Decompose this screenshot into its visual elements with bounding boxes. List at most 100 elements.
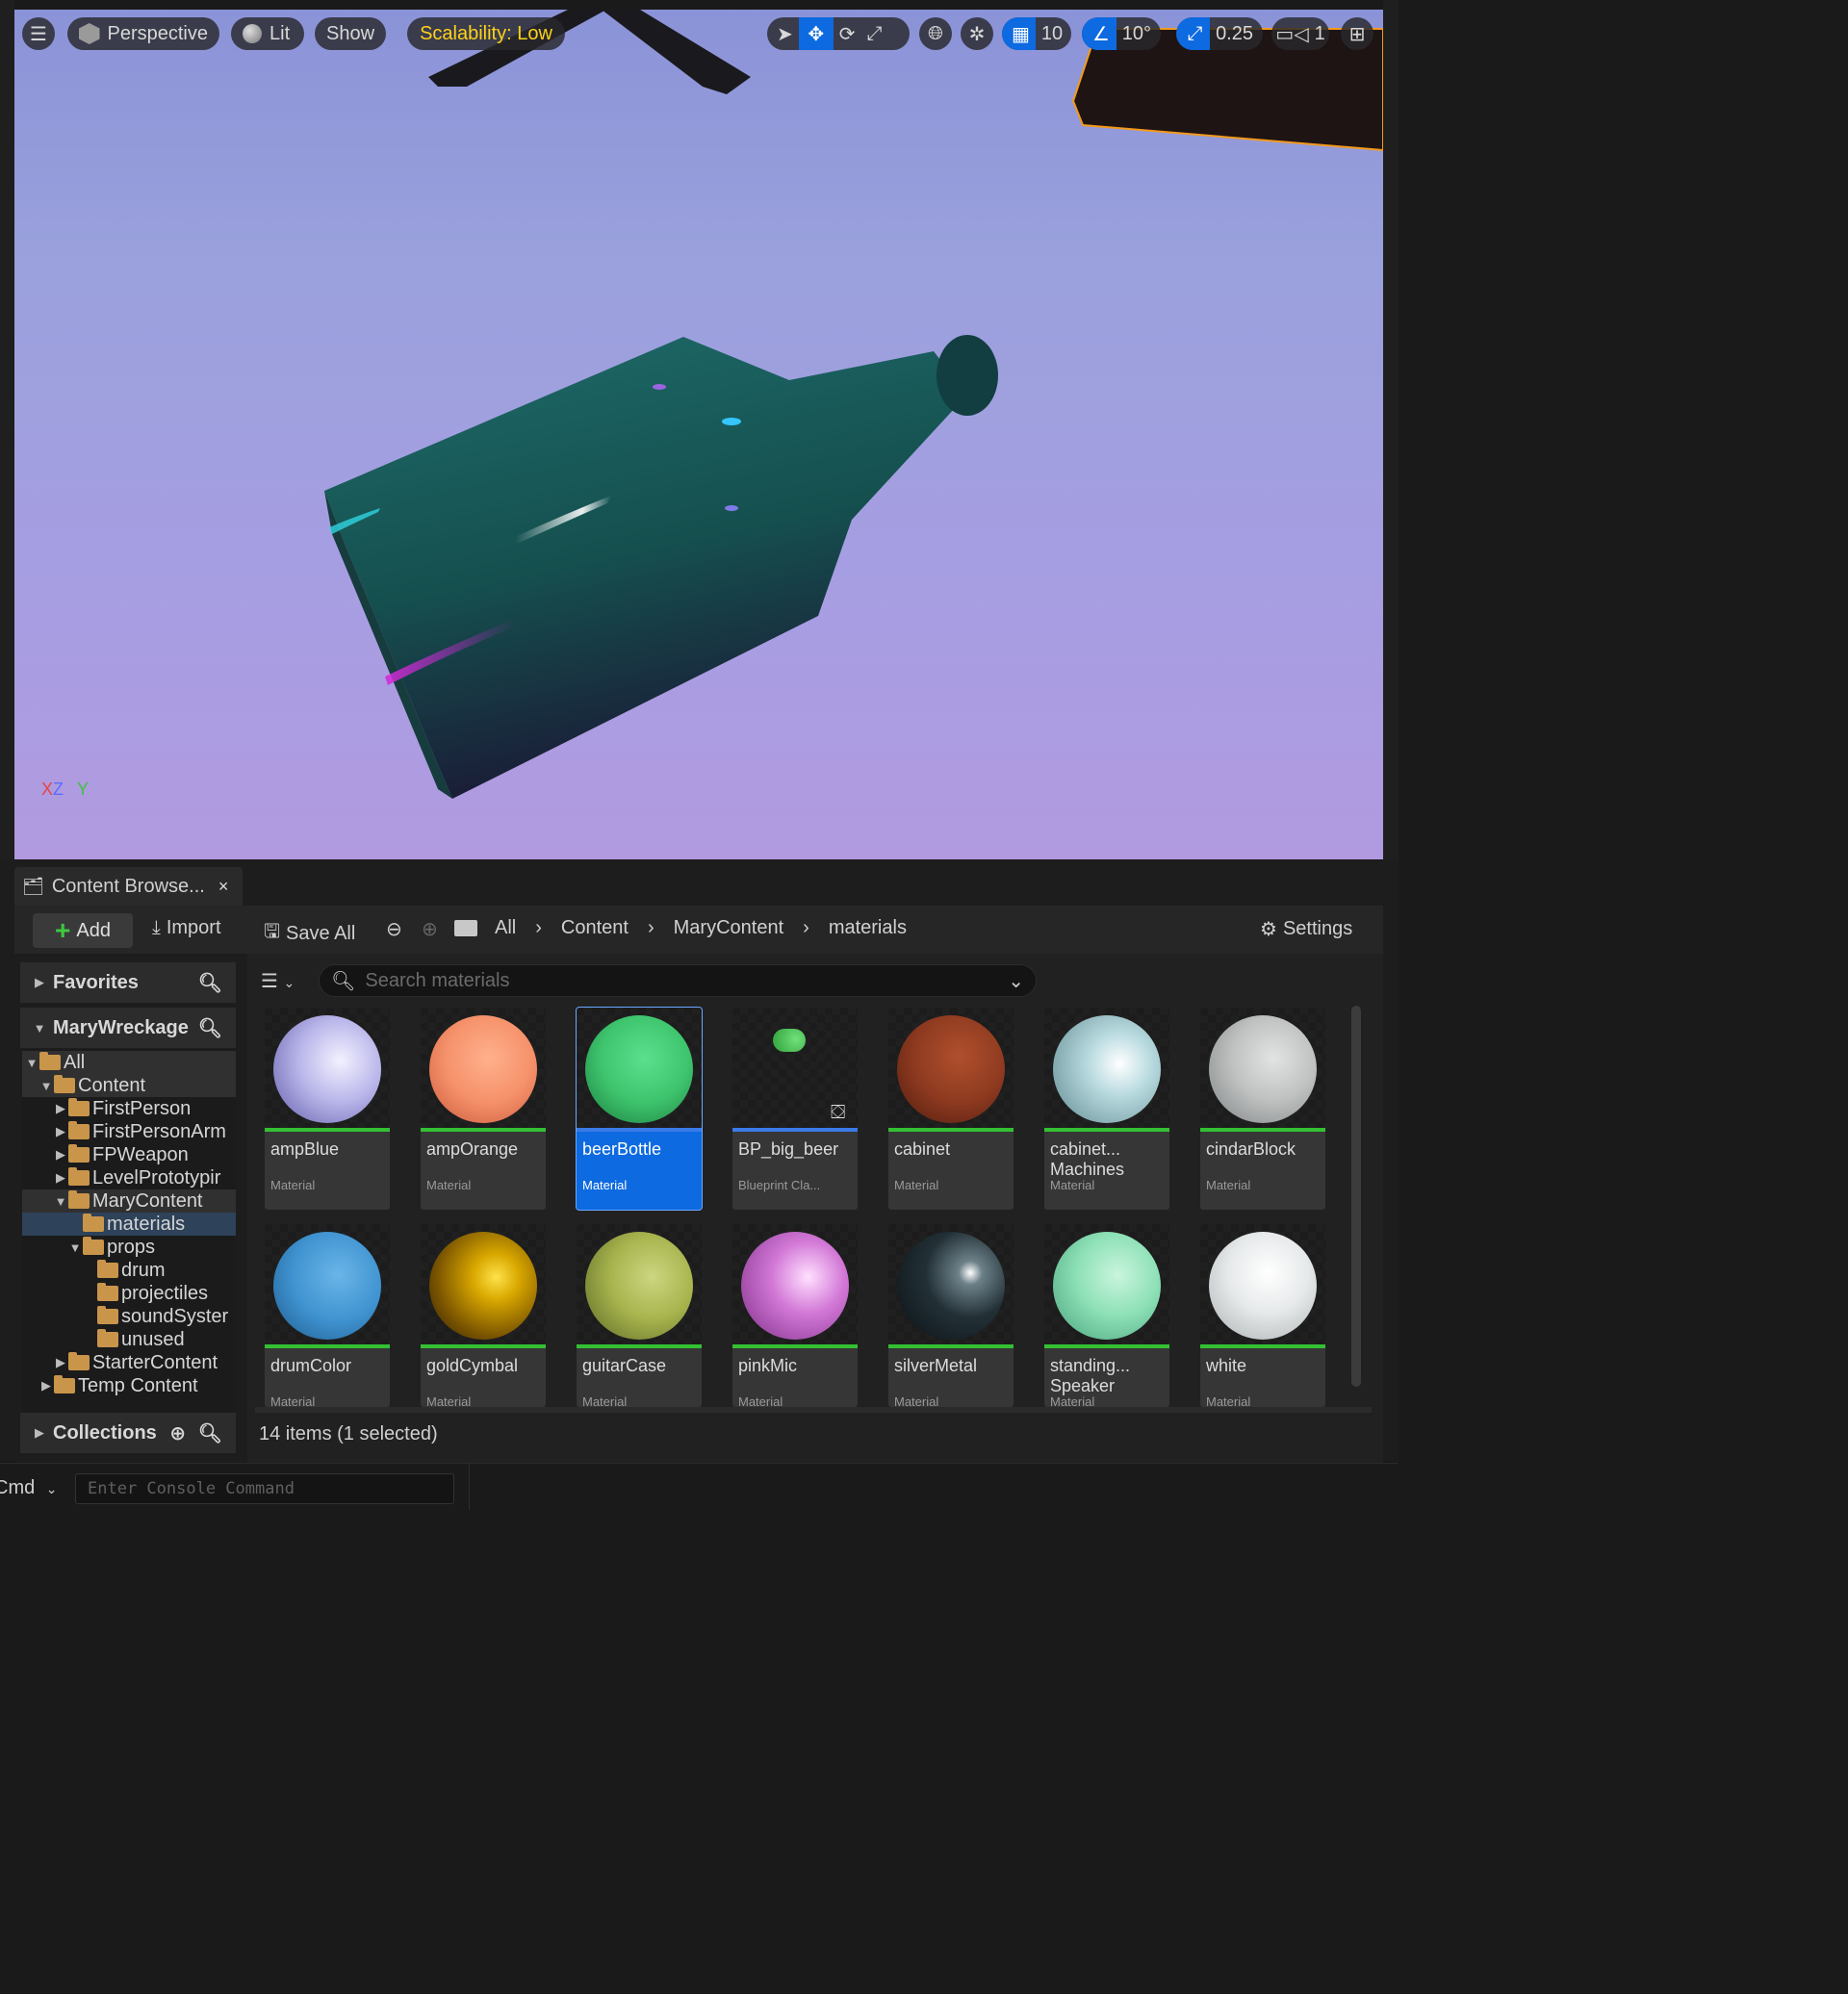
angle-snap-group[interactable]: ∠ 10° <box>1082 17 1161 50</box>
sources-sidebar: ▶ Favorites 🔍︎ ▼ MaryWreckage 🔍︎ ▼ All ▼ C… <box>14 954 245 1464</box>
scale-icon: ⤢ <box>866 22 883 44</box>
asset-name: goldCymbal <box>426 1356 519 1375</box>
tree-item-all[interactable]: ▼ All <box>22 1051 236 1074</box>
add-collection-icon[interactable]: ⊕ <box>169 1421 186 1445</box>
chevron-right-icon[interactable]: › <box>803 917 809 939</box>
search-icon[interactable]: 🔍︎ <box>198 1016 222 1040</box>
asset-tile-bp-big-beer[interactable]: ⛋ BP_big_beer Blueprint Cla... <box>732 1008 858 1210</box>
save-all-button[interactable]: 🖫︎ Save All <box>264 917 355 950</box>
asset-tile-ampblue[interactable]: ampBlue Material <box>265 1008 390 1210</box>
material-sphere <box>585 1015 693 1123</box>
tree-item-drum[interactable]: drum <box>22 1259 236 1282</box>
asset-tile-beerbottle[interactable]: beerBottle Material <box>576 1007 703 1211</box>
lit-dropdown[interactable]: Lit <box>231 17 304 50</box>
perspective-dropdown[interactable]: Perspective <box>67 17 219 50</box>
angle-snap-value[interactable]: 10° <box>1116 17 1161 50</box>
tree-item-fpweapon[interactable]: ▶ FPWeapon <box>22 1143 236 1166</box>
scale-snap-group[interactable]: ⤢ 0.25 <box>1176 17 1263 50</box>
tree-item-firstpersonarms[interactable]: ▶ FirstPersonArm <box>22 1120 236 1143</box>
show-dropdown[interactable]: Show <box>315 17 386 50</box>
scale-snap-value[interactable]: 0.25 <box>1210 17 1263 50</box>
asset-view-scrollbar[interactable] <box>1351 1006 1361 1387</box>
tree-item-marycontent[interactable]: ▼ MaryContent <box>22 1189 236 1213</box>
console-command-input[interactable]: Enter Console Command <box>75 1473 454 1504</box>
asset-thumbnail <box>421 1008 546 1128</box>
asset-name: guitarCase <box>582 1356 667 1375</box>
asset-tile-white[interactable]: white Material <box>1200 1224 1325 1407</box>
tree-item-tempcontent[interactable]: ▶ Temp Content <box>22 1374 236 1397</box>
search-icon[interactable]: 🔍︎ <box>198 971 222 995</box>
search-materials-input[interactable]: 🔍︎ Search materials ⌄ <box>319 964 1037 997</box>
content-browser-icon: 🗂︎ <box>22 876 44 896</box>
tree-item-unused[interactable]: unused <box>22 1328 236 1351</box>
axis-gizmo: XZ Y <box>41 780 89 800</box>
grid-size-value[interactable]: 10 <box>1036 17 1072 50</box>
chevron-down-icon[interactable]: ⌄ <box>1008 969 1024 993</box>
asset-tile-silvermetal[interactable]: silverMetal Material <box>888 1224 1014 1407</box>
asset-tile-cabinet[interactable]: cabinet Material <box>888 1008 1014 1210</box>
chevron-right-icon[interactable]: › <box>648 917 654 939</box>
select-mode-button[interactable]: ➤ <box>767 17 799 50</box>
asset-name: pinkMic <box>738 1356 798 1375</box>
tree-item-firstperson[interactable]: ▶ FirstPerson <box>22 1097 236 1120</box>
tree-label: FPWeapon <box>92 1143 189 1165</box>
search-icon[interactable]: 🔍︎ <box>198 1421 222 1445</box>
asset-tile-goldcymbal[interactable]: goldCymbal Material <box>421 1224 546 1407</box>
viewport-menu-button[interactable]: ☰ <box>22 17 55 50</box>
favorites-header[interactable]: ▶ Favorites 🔍︎ <box>20 962 236 1003</box>
collections-header[interactable]: ▶ Collections ⊕ 🔍︎ <box>20 1413 236 1453</box>
breadcrumb-materials[interactable]: materials <box>829 917 907 939</box>
tree-item-startercontent[interactable]: ▶ StarterContent <box>22 1351 236 1374</box>
tree-label: materials <box>107 1213 186 1235</box>
asset-tile-pinkmic[interactable]: pinkMic Material <box>732 1224 858 1407</box>
asset-tile-cabinet-machines[interactable]: cabinet... Machines Material <box>1044 1008 1169 1210</box>
world-local-toggle[interactable]: 🌐︎ <box>919 17 952 50</box>
grid-snap-group[interactable]: ▦ 10 <box>1002 17 1071 50</box>
asset-tile-drumcolor[interactable]: drumColor Material <box>265 1224 390 1407</box>
project-header[interactable]: ▼ MaryWreckage 🔍︎ <box>20 1008 236 1048</box>
chevron-down-icon: ⌄ <box>45 1481 58 1496</box>
add-button[interactable]: + Add <box>33 913 133 948</box>
cmd-dropdown[interactable]: Cmd ⌄ <box>0 1477 58 1499</box>
breadcrumb-content[interactable]: Content <box>561 917 629 939</box>
material-sphere <box>1053 1232 1161 1340</box>
surface-snap-toggle[interactable]: ✲ <box>961 17 993 50</box>
close-tab-icon[interactable]: × <box>218 877 229 897</box>
show-label: Show <box>325 22 375 44</box>
asset-tile-guitarcase[interactable]: guitarCase Material <box>577 1224 702 1407</box>
collapse-arrow-icon: ▼ <box>68 1240 82 1255</box>
breadcrumb-marycontent[interactable]: MaryContent <box>674 917 784 939</box>
camera-speed-button[interactable]: ▭◁ 1 <box>1271 17 1329 50</box>
scalability-dropdown[interactable]: Scalability: Low <box>407 17 565 50</box>
tree-item-soundsystem[interactable]: soundSyster <box>22 1305 236 1328</box>
tree-item-projectiles[interactable]: projectiles <box>22 1282 236 1305</box>
tree-item-content[interactable]: ▼ Content <box>22 1074 236 1097</box>
content-browser-tab[interactable]: 🗂︎ Content Browse... × <box>14 867 243 906</box>
asset-tile-cindarblock[interactable]: cindarBlock Material <box>1200 1008 1325 1210</box>
translate-mode-button[interactable]: ✥ <box>798 17 834 50</box>
history-back-button[interactable]: ⊖ <box>386 917 402 941</box>
tree-item-props[interactable]: ▼ props <box>22 1236 236 1259</box>
viewport-layout-button[interactable]: ⊞ <box>1341 17 1373 50</box>
history-forward-button[interactable]: ⊕ <box>422 917 438 941</box>
angle-snap-toggle[interactable]: ∠ <box>1082 17 1116 50</box>
asset-type: Material <box>1050 1394 1095 1407</box>
level-viewport[interactable]: ☰ Perspective Lit Show Scalability: Low … <box>14 10 1383 859</box>
grid-snap-toggle[interactable]: ▦ <box>1002 17 1036 50</box>
chevron-right-icon[interactable]: › <box>535 917 542 939</box>
filter-dropdown[interactable]: ☰ ⌄ <box>261 969 295 993</box>
cursor-icon: ➤ <box>777 23 793 45</box>
asset-tile-standing-speaker[interactable]: standing... Speaker Material <box>1044 1224 1169 1407</box>
rotate-mode-button[interactable]: ⟳ <box>834 17 861 50</box>
scale-snap-toggle[interactable]: ⤢ <box>1176 17 1211 50</box>
scale-mode-button[interactable]: ⤢ <box>861 17 892 50</box>
tree-item-levelprototyping[interactable]: ▶ LevelPrototypir <box>22 1166 236 1189</box>
asset-name: beerBottle <box>582 1139 662 1159</box>
breadcrumb-all[interactable]: All <box>495 917 516 939</box>
asset-tile-amporange[interactable]: ampOrange Material <box>421 1008 546 1210</box>
expand-arrow-icon: ▶ <box>56 1147 65 1162</box>
import-button[interactable]: ⤓ Import <box>152 917 221 939</box>
settings-button[interactable]: ⚙ Settings <box>1260 917 1352 941</box>
tree-item-materials[interactable]: materials <box>22 1213 236 1236</box>
material-sphere <box>741 1232 849 1340</box>
